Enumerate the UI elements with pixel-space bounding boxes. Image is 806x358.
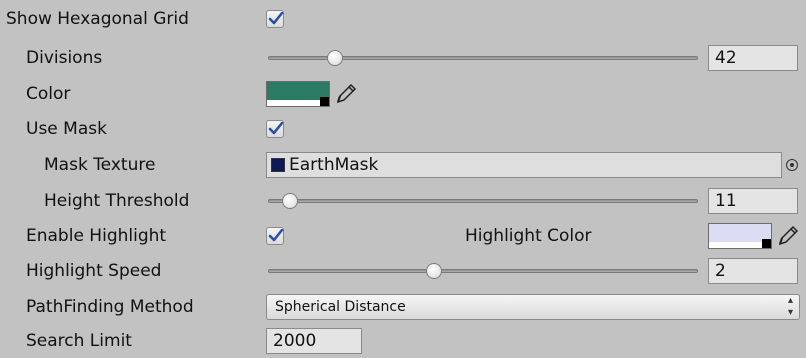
use-mask-checkbox[interactable]: [266, 120, 284, 138]
row-height-threshold: Height Threshold 11: [0, 185, 806, 217]
checkmark-icon: [268, 122, 284, 135]
highlight-speed-label: Highlight Speed: [26, 261, 162, 281]
texture-icon: [271, 158, 285, 172]
height-threshold-slider-track[interactable]: [268, 199, 698, 203]
show-hexagonal-grid-checkbox[interactable]: [266, 10, 284, 28]
highlight-color-label: Highlight Color: [465, 226, 592, 246]
object-picker-icon[interactable]: [786, 159, 798, 171]
height-threshold-field[interactable]: 11: [708, 188, 798, 214]
highlight-color-swatch[interactable]: [708, 223, 772, 249]
height-threshold-label: Height Threshold: [44, 191, 190, 211]
color-swatch[interactable]: [266, 81, 330, 107]
eyedropper-icon[interactable]: [776, 224, 800, 248]
mask-texture-value: EarthMask: [289, 155, 379, 175]
mask-texture-object-field[interactable]: EarthMask: [266, 152, 782, 178]
divisions-field[interactable]: 42: [708, 45, 798, 71]
color-swatch-alpha-indicator: [320, 97, 329, 106]
row-enable-highlight: Enable Highlight Highlight Color: [0, 220, 806, 252]
enable-highlight-checkbox[interactable]: [266, 227, 284, 245]
divisions-slider-thumb[interactable]: [327, 50, 343, 66]
checkmark-icon: [268, 229, 284, 242]
dropdown-arrows-icon: ▴ ▾: [787, 295, 793, 318]
highlight-speed-field[interactable]: 2: [708, 258, 798, 284]
color-label: Color: [26, 84, 71, 104]
mask-texture-label: Mask Texture: [44, 155, 156, 175]
eyedropper-icon[interactable]: [334, 82, 358, 106]
pathfinding-method-value: Spherical Distance: [275, 299, 406, 315]
row-highlight-speed: Highlight Speed 2: [0, 255, 806, 287]
highlight-color-swatch-alpha-indicator: [762, 239, 771, 248]
checkmark-icon: [268, 12, 284, 25]
pathfinding-method-dropdown[interactable]: Spherical Distance ▴ ▾: [266, 294, 800, 320]
row-use-mask: Use Mask: [0, 113, 806, 145]
search-limit-label: Search Limit: [26, 331, 132, 351]
height-threshold-slider-thumb[interactable]: [282, 193, 298, 209]
row-color: Color: [0, 78, 806, 110]
row-pathfinding-method: PathFinding Method Spherical Distance ▴ ▾: [0, 291, 806, 323]
highlight-speed-slider-track[interactable]: [268, 269, 698, 273]
row-search-limit: Search Limit 2000: [0, 325, 806, 357]
use-mask-label: Use Mask: [26, 119, 107, 139]
row-show-hexagonal-grid: Show Hexagonal Grid: [0, 3, 806, 35]
pathfinding-method-label: PathFinding Method: [26, 297, 194, 317]
row-divisions: Divisions 42: [0, 42, 806, 74]
show-hexagonal-grid-label: Show Hexagonal Grid: [6, 9, 189, 29]
enable-highlight-label: Enable Highlight: [26, 226, 167, 246]
highlight-speed-slider-thumb[interactable]: [426, 263, 442, 279]
row-mask-texture: Mask Texture EarthMask: [0, 149, 806, 181]
divisions-label: Divisions: [26, 48, 103, 68]
search-limit-field[interactable]: 2000: [266, 328, 362, 354]
